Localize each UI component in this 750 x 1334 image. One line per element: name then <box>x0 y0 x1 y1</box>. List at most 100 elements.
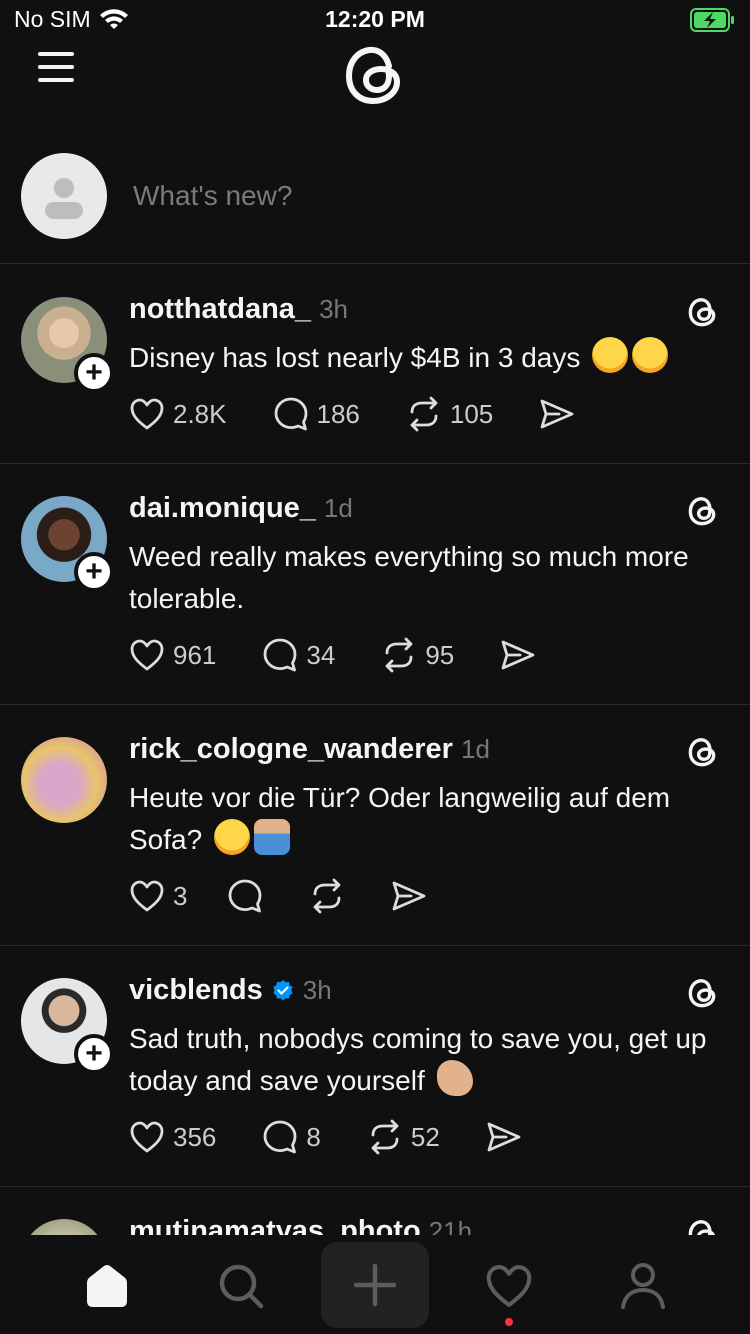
post-text: Heute vor die Tür? Oder langweilig auf d… <box>129 777 729 861</box>
comment-icon <box>263 638 297 672</box>
plus-icon <box>353 1263 397 1307</box>
reply-button[interactable] <box>227 878 263 914</box>
verified-badge-icon <box>273 979 293 1000</box>
share-button[interactable] <box>486 1120 522 1154</box>
profile-icon <box>621 1263 665 1309</box>
composer-input[interactable]: What's new? <box>133 180 292 212</box>
comment-icon <box>229 879 262 913</box>
comment-icon <box>263 1120 297 1154</box>
threads-logo-icon[interactable] <box>686 295 720 329</box>
share-button[interactable] <box>500 638 536 672</box>
post-text-body: Sad truth, nobodys coming to save you, g… <box>129 1023 707 1096</box>
post-text-body: Heute vor die Tür? Oder langweilig auf d… <box>129 782 671 855</box>
username[interactable]: vicblends <box>129 974 263 1007</box>
like-count: 2.8K <box>173 398 227 429</box>
flexed-biceps-emoji-icon <box>436 1060 473 1096</box>
tears-of-joy-emoji-icon <box>632 337 669 373</box>
post[interactable]: + notthatdana_ 3h Disney has lost nearly… <box>0 265 750 464</box>
follow-button[interactable]: + <box>74 1034 114 1074</box>
post-header: notthatdana_ 3h <box>129 293 348 326</box>
tab-activity[interactable] <box>459 1246 559 1326</box>
threads-logo-icon[interactable] <box>686 1217 720 1235</box>
repost-icon <box>314 878 341 914</box>
repost-count: 105 <box>449 398 494 429</box>
battery-icon <box>690 8 736 37</box>
avatar-placeholder <box>21 153 107 239</box>
post[interactable]: + dai.monique_ 1d Weed really makes ever… <box>0 464 750 705</box>
post-header: dai.monique_ 1d <box>129 492 353 525</box>
reply-button[interactable]: 8 <box>262 1119 321 1155</box>
composer[interactable]: What's new? <box>0 150 750 264</box>
notification-dot <box>505 1318 513 1326</box>
repost-button[interactable] <box>309 878 345 914</box>
threads-logo-icon[interactable] <box>340 40 410 110</box>
username[interactable]: rick_cologne_wanderer <box>129 733 453 766</box>
tab-search[interactable] <box>191 1246 291 1326</box>
menu-icon[interactable] <box>38 52 74 82</box>
username[interactable]: notthatdana_ <box>129 293 311 326</box>
threads-logo-icon[interactable] <box>686 735 720 769</box>
repost-icon <box>410 396 438 432</box>
follow-button[interactable]: + <box>74 552 114 592</box>
post-time: 1d <box>323 493 353 523</box>
share-button[interactable] <box>539 397 575 431</box>
reply-count: 186 <box>316 398 360 429</box>
repost-button[interactable]: 105 <box>406 396 493 432</box>
reply-count: 8 <box>306 1121 321 1152</box>
like-count: 3 <box>173 880 188 911</box>
home-icon <box>87 1265 127 1307</box>
like-button[interactable]: 356 <box>129 1120 216 1154</box>
username[interactable]: dai.monique_ <box>129 492 316 525</box>
tears-of-joy-emoji-icon <box>592 337 629 373</box>
post-header: rick_cologne_wanderer 1d <box>129 733 490 766</box>
tab-bar <box>0 1236 750 1334</box>
post-text: Sad truth, nobodys coming to save you, g… <box>129 1018 729 1102</box>
avatar[interactable] <box>21 1219 107 1235</box>
like-button[interactable]: 961 <box>129 638 216 672</box>
heart-icon <box>130 639 164 671</box>
tab-create[interactable] <box>321 1242 429 1328</box>
send-icon <box>501 640 535 670</box>
post-actions: 356 8 52 <box>129 1119 568 1155</box>
reply-button[interactable]: 186 <box>273 396 360 432</box>
follow-button[interactable]: + <box>74 353 114 393</box>
heart-icon <box>130 880 164 912</box>
send-icon <box>540 399 574 429</box>
repost-button[interactable]: 52 <box>367 1119 440 1155</box>
post[interactable]: + vicblends 3h Sad truth, nobodys coming… <box>0 946 750 1187</box>
post-actions: 961 34 95 <box>129 637 582 673</box>
like-button[interactable]: 2.8K <box>129 397 227 431</box>
repost-icon <box>385 637 413 673</box>
post-header: mutinamatyas_photo 21h <box>129 1215 472 1235</box>
post-time: 1d <box>460 734 490 764</box>
threads-logo-icon[interactable] <box>686 976 720 1010</box>
post-actions: 2.8K 186 105 <box>129 396 621 432</box>
post-text: Weed really makes everything so much mor… <box>129 541 689 614</box>
threads-logo-icon[interactable] <box>686 494 720 528</box>
avatar[interactable] <box>21 737 107 823</box>
like-count: 961 <box>173 639 217 670</box>
repost-icon <box>371 1119 399 1155</box>
reply-button[interactable]: 34 <box>262 637 335 673</box>
share-button[interactable] <box>391 879 427 913</box>
post[interactable]: mutinamatyas_photo 21h <box>0 1187 750 1235</box>
person-shrugging-emoji-icon <box>253 819 290 855</box>
like-button[interactable]: 3 <box>129 879 187 913</box>
tab-profile[interactable] <box>593 1246 693 1326</box>
post-time: 21h <box>428 1216 473 1235</box>
username[interactable]: mutinamatyas_photo <box>129 1215 421 1235</box>
repost-button[interactable]: 95 <box>381 637 454 673</box>
post-header: vicblends 3h <box>129 974 332 1007</box>
post-actions: 3 <box>129 878 473 914</box>
post[interactable]: rick_cologne_wanderer 1d Heute vor die T… <box>0 705 750 946</box>
like-count: 356 <box>173 1121 217 1152</box>
post-text-body: Disney has lost nearly $4B in 3 days <box>129 342 581 373</box>
send-icon <box>393 881 426 911</box>
search-icon <box>219 1264 264 1309</box>
tab-home[interactable] <box>57 1246 157 1326</box>
send-icon <box>487 1122 521 1152</box>
user-silhouette-icon <box>45 178 83 219</box>
top-nav <box>0 40 750 110</box>
clock: 12:20 PM <box>325 6 425 32</box>
repost-count: 95 <box>425 639 455 670</box>
